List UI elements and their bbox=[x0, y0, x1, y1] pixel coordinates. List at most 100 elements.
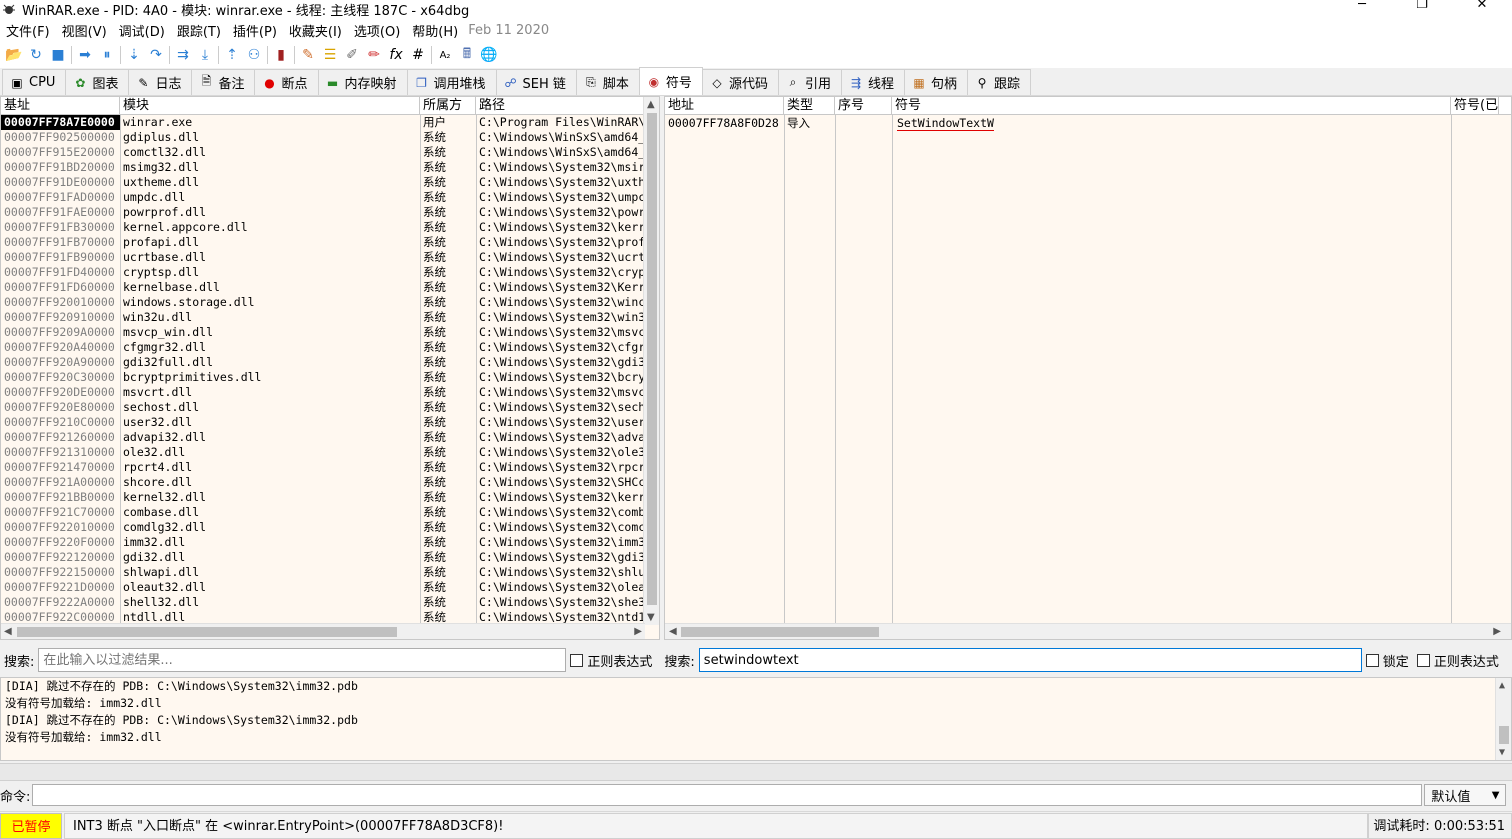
table-row[interactable]: 00007FF920010000 windows.storage.dll 系统 C:\… bbox=[1, 295, 644, 310]
col-module[interactable]: 模块 bbox=[120, 97, 420, 114]
functions-icon[interactable]: fx bbox=[385, 44, 407, 66]
patch-icon[interactable]: ✎ bbox=[297, 44, 319, 66]
trace-over-icon[interactable]: ⤓ bbox=[194, 44, 216, 66]
scroll-left-icon[interactable]: ◀ bbox=[669, 626, 677, 637]
table-row[interactable]: 00007FF922010000 comdlg32.dll 系统 C:\Windows… bbox=[1, 520, 644, 535]
maximize-icon[interactable]: ❐ bbox=[1392, 0, 1452, 18]
table-row[interactable]: 00007FF921310000 ole32.dll 系统 C:\Windows\Sy… bbox=[1, 445, 644, 460]
scroll-down-icon[interactable]: ▼ bbox=[647, 612, 655, 623]
tab-references[interactable]: ⌕ 引用 bbox=[777, 69, 842, 95]
table-row[interactable]: 00007FF9221D0000 oleaut32.dll 系统 C:\Windows… bbox=[1, 580, 644, 595]
menu-help[interactable]: 帮助(H) bbox=[406, 21, 464, 40]
checkbox-box[interactable] bbox=[1416, 653, 1430, 667]
col-address[interactable]: 地址 bbox=[665, 97, 784, 114]
labels-icon[interactable]: ✐ bbox=[341, 44, 363, 66]
checkbox-box[interactable] bbox=[1365, 653, 1379, 667]
tab-source[interactable]: ◇ 源代码 bbox=[701, 69, 779, 95]
minimize-icon[interactable]: ─ bbox=[1332, 0, 1392, 18]
menu-trace[interactable]: 跟踪(T) bbox=[171, 21, 227, 40]
table-row[interactable]: 00007FF78A7E0000 winrar.exe 用户 C:\Program F… bbox=[1, 115, 644, 130]
table-row[interactable]: 00007FF921A00000 shcore.dll 系统 C:\Windows\S… bbox=[1, 475, 644, 490]
table-row[interactable]: 00007FF9222A0000 shell32.dll 系统 C:\Windows\… bbox=[1, 595, 644, 610]
table-row[interactable]: 00007FF9220F0000 imm32.dll 系统 C:\Windows\Sy… bbox=[1, 535, 644, 550]
module-search-input[interactable] bbox=[38, 648, 567, 672]
scroll-up-icon[interactable]: ▲ bbox=[1499, 680, 1505, 691]
table-row[interactable]: 00007FF921470000 rpcrt4.dll 系统 C:\Windows\S… bbox=[1, 460, 644, 475]
log-vscroll[interactable]: ▲ ▼ bbox=[1495, 678, 1511, 760]
table-row[interactable]: 00007FF922120000 gdi32.dll 系统 C:\Windows\Sy… bbox=[1, 550, 644, 565]
symbol-regex-checkbox[interactable]: 正则表达式 bbox=[1416, 651, 1499, 670]
open-icon[interactable]: 📂 bbox=[3, 44, 25, 66]
tab-symbols[interactable]: ◉ 符号 bbox=[638, 67, 703, 95]
scroll-up-icon[interactable]: ▲ bbox=[647, 99, 655, 110]
stop-icon[interactable]: ■ bbox=[47, 44, 69, 66]
table-row[interactable]: 00007FF920E80000 sechost.dll 系统 C:\Windows\… bbox=[1, 400, 644, 415]
table-row[interactable]: 00007FF91FD40000 cryptsp.dll 系统 C:\Windows\… bbox=[1, 265, 644, 280]
scroll-thumb[interactable] bbox=[17, 627, 397, 637]
table-row[interactable]: 00007FF920C30000 bcryptprimitives.dll 系统 C:… bbox=[1, 370, 644, 385]
scroll-left-icon[interactable]: ◀ bbox=[4, 626, 12, 637]
tab-script[interactable]: ⎘ 脚本 bbox=[575, 69, 640, 95]
module-regex-checkbox[interactable]: 正则表达式 bbox=[570, 651, 652, 670]
scroll-thumb[interactable] bbox=[681, 627, 879, 637]
symbols-hscroll[interactable]: ◀ ▶ bbox=[665, 623, 1511, 639]
col-symbol-undecorated[interactable]: 符号(已 bbox=[1451, 97, 1499, 114]
command-input[interactable] bbox=[32, 784, 1423, 806]
col-base[interactable]: 基址 bbox=[1, 97, 120, 114]
execute-till-return-icon[interactable]: ⇡ bbox=[221, 44, 243, 66]
variables-icon[interactable]: # bbox=[407, 44, 429, 66]
menu-file[interactable]: 文件(F) bbox=[0, 21, 56, 40]
globe-icon[interactable]: 🌐 bbox=[478, 44, 500, 66]
scroll-thumb[interactable] bbox=[1499, 726, 1509, 744]
lock-checkbox[interactable]: 锁定 bbox=[1365, 651, 1409, 670]
table-row[interactable]: 00007FF91FB70000 profapi.dll 系统 C:\Windows\… bbox=[1, 235, 644, 250]
table-row[interactable]: 00007FF920A40000 cfgmgr32.dll 系统 C:\Windows… bbox=[1, 340, 644, 355]
col-ordinal[interactable]: 序号 bbox=[835, 97, 892, 114]
scylla-icon[interactable]: ▮ bbox=[270, 44, 292, 66]
table-row[interactable]: 00007FF91FD60000 kernelbase.dll 系统 C:\Windo… bbox=[1, 280, 644, 295]
tab-graph[interactable]: ✿ 图表 bbox=[65, 69, 130, 95]
table-row[interactable]: 00007FF921260000 advapi32.dll 系统 C:\Windows… bbox=[1, 430, 644, 445]
table-row[interactable]: 00007FF920DE0000 msvcrt.dll 系统 C:\Windows\S… bbox=[1, 385, 644, 400]
tab-call-stack[interactable]: ❐ 调用堆栈 bbox=[406, 69, 497, 95]
table-row[interactable]: 00007FF920A90000 gdi32full.dll 系统 C:\Window… bbox=[1, 355, 644, 370]
table-row[interactable]: 00007FF91BD20000 msimg32.dll 系统 C:\Windows\… bbox=[1, 160, 644, 175]
table-row[interactable]: 00007FF921BB0000 kernel32.dll 系统 C:\Windows… bbox=[1, 490, 644, 505]
menu-plugins[interactable]: 插件(P) bbox=[227, 21, 283, 40]
step-into-icon[interactable]: ⇣ bbox=[123, 44, 145, 66]
menu-view[interactable]: 视图(V) bbox=[56, 21, 113, 40]
tab-seh-chain[interactable]: ☍ SEH 链 bbox=[495, 69, 577, 95]
col-party[interactable]: 所属方 bbox=[420, 97, 476, 114]
tab-threads[interactable]: ⇶ 线程 bbox=[840, 69, 905, 95]
restart-icon[interactable]: ↻ bbox=[25, 44, 47, 66]
table-row[interactable]: 00007FF9210C0000 user32.dll 系统 C:\Windows\S… bbox=[1, 415, 644, 430]
menu-debug[interactable]: 调试(D) bbox=[113, 21, 171, 40]
modules-vscroll[interactable]: ▲ ▼ bbox=[643, 97, 659, 625]
run-to-user-code-icon[interactable]: ⚇ bbox=[243, 44, 265, 66]
scroll-right-icon[interactable]: ▶ bbox=[634, 626, 642, 637]
table-row[interactable]: 00007FF91FAD0000 umpdc.dll 系统 C:\Windows\Sy… bbox=[1, 190, 644, 205]
tab-notes[interactable]: 🗎 备注 bbox=[191, 69, 256, 95]
run-icon[interactable]: ➡ bbox=[74, 44, 96, 66]
table-row[interactable]: 00007FF922150000 shlwapi.dll 系统 C:\Windows\… bbox=[1, 565, 644, 580]
modules-hscroll[interactable]: ◀ ▶ bbox=[1, 623, 645, 639]
tab-cpu[interactable]: ▣ CPU bbox=[2, 69, 67, 95]
scroll-down-icon[interactable]: ▼ bbox=[1499, 747, 1505, 758]
table-row[interactable]: 00007FF91FB90000 ucrtbase.dll 系统 C:\Windows… bbox=[1, 250, 644, 265]
menu-options[interactable]: 选项(O) bbox=[348, 21, 406, 40]
command-mode-select[interactable]: 默认值 ▼ bbox=[1424, 784, 1507, 806]
table-row[interactable]: 00007FF78A8F0D28 导入 SetWindowTextW bbox=[665, 116, 1192, 131]
trace-into-icon[interactable]: ⇉ bbox=[172, 44, 194, 66]
table-row[interactable]: 00007FF9209A0000 msvcp_win.dll 系统 C:\Window… bbox=[1, 325, 644, 340]
table-row[interactable]: 00007FF91FAE0000 powrprof.dll 系统 C:\Windows… bbox=[1, 205, 644, 220]
col-path[interactable]: 路径 bbox=[476, 97, 644, 114]
comments-icon[interactable]: ☰ bbox=[319, 44, 341, 66]
tab-log[interactable]: ✎ 日志 bbox=[128, 69, 193, 95]
log-hscroll[interactable] bbox=[0, 763, 1512, 781]
scroll-right-icon[interactable]: ▶ bbox=[1493, 626, 1501, 637]
col-type[interactable]: 类型 bbox=[784, 97, 835, 114]
pause-icon[interactable]: ⏸ bbox=[96, 44, 118, 66]
tab-handles[interactable]: ▦ 句柄 bbox=[903, 69, 968, 95]
scroll-thumb[interactable] bbox=[647, 113, 657, 605]
checkbox-box[interactable] bbox=[570, 653, 584, 667]
